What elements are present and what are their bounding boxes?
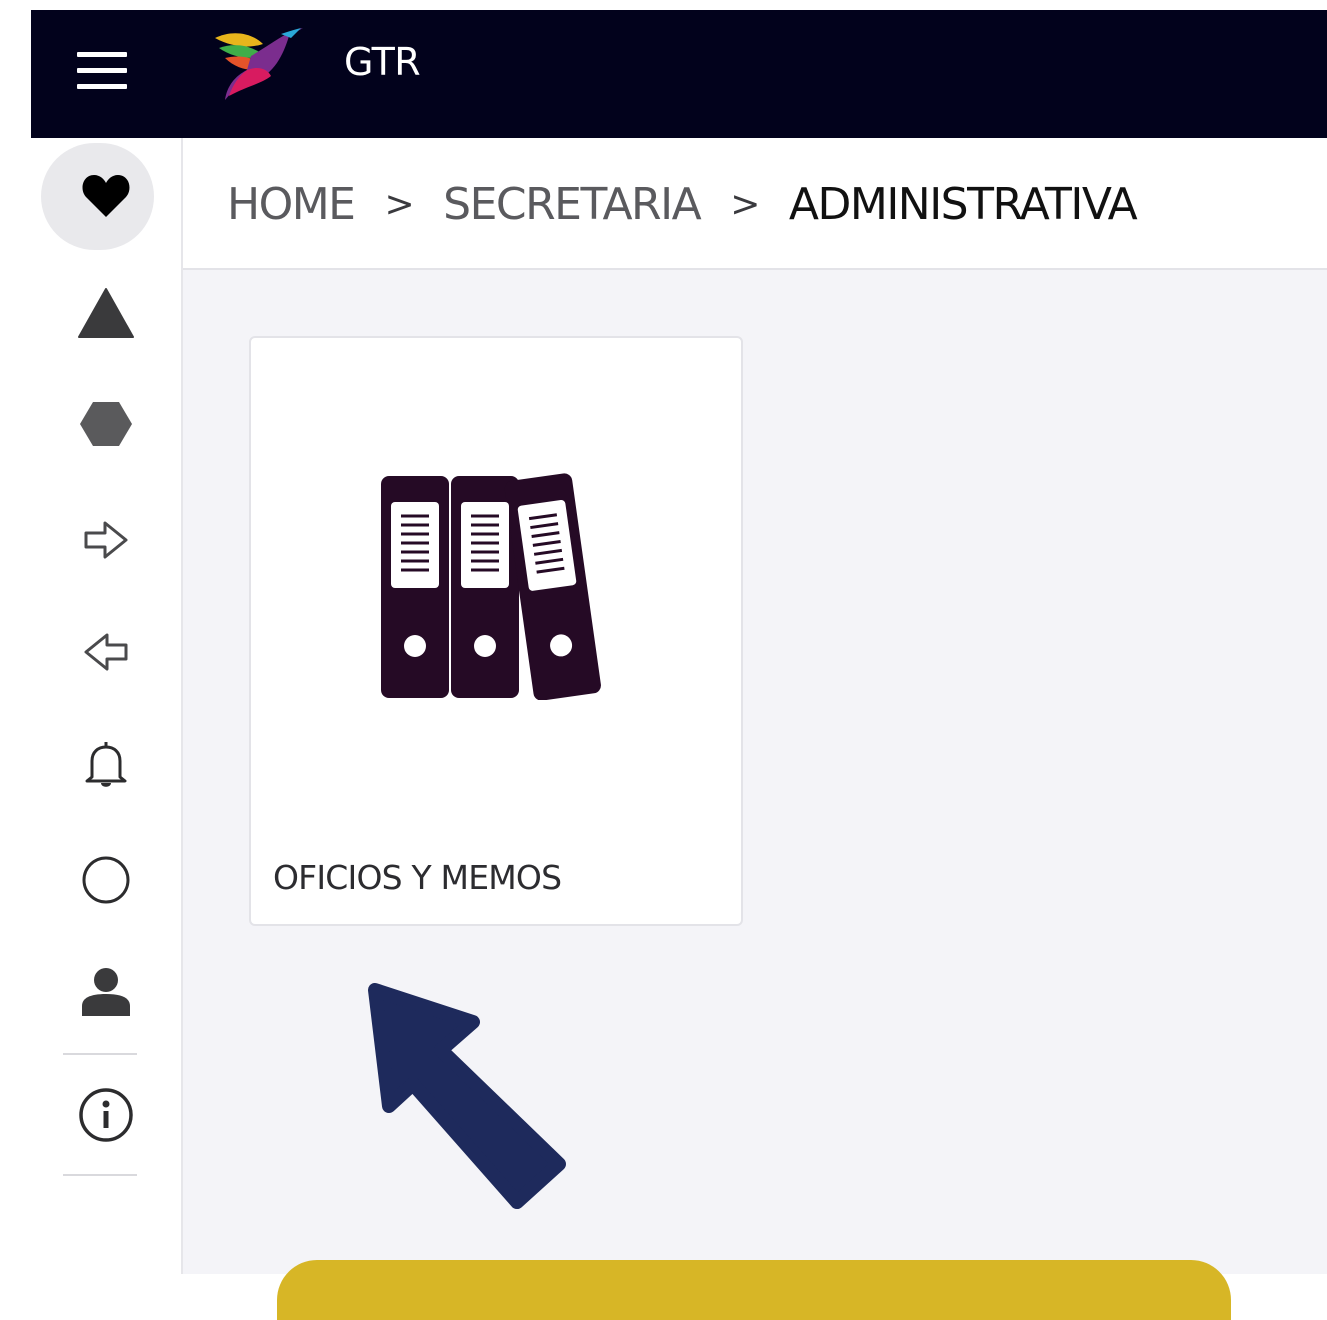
user-icon [82, 968, 130, 1016]
pointer-arrow-icon [368, 983, 566, 1209]
sidebar-divider [63, 1174, 137, 1176]
breadcrumb-bar: HOME > SECRETARIA > ADMINISTRATIVA [183, 138, 1327, 270]
sidebar-item-notifications[interactable] [31, 714, 181, 814]
circle-outline-icon [82, 856, 130, 904]
arrow-right-outline-icon [84, 521, 128, 559]
app-title: GTR [344, 40, 421, 84]
top-app-bar: GTR [31, 10, 1327, 138]
bell-icon [85, 742, 127, 787]
breadcrumb-separator: > [384, 183, 414, 225]
binders-icon [381, 473, 601, 700]
breadcrumb-secretaria[interactable]: SECRETARIA [443, 179, 702, 230]
sidebar-item-back[interactable] [31, 602, 181, 702]
sidebar-item-favorites[interactable] [31, 146, 181, 246]
main-content: OFICIOS Y MEMOS [183, 270, 1327, 1320]
card-label: OFICIOS Y MEMOS [273, 858, 562, 897]
sidebar-item-profile[interactable] [31, 942, 181, 1042]
breadcrumb-separator: > [730, 183, 760, 225]
breadcrumb: HOME > SECRETARIA > ADMINISTRATIVA [227, 178, 1138, 230]
hummingbird-logo [215, 28, 303, 100]
arrow-left-outline-icon [84, 633, 128, 671]
sidebar-divider [63, 1053, 137, 1055]
sidebar-item-forward[interactable] [31, 490, 181, 590]
hamburger-menu-icon[interactable] [77, 52, 127, 90]
hexagon-icon [80, 402, 132, 446]
sidebar-item-hexagon[interactable] [31, 374, 181, 474]
highlight-banner [277, 1260, 1231, 1320]
sidebar [31, 138, 183, 1274]
sidebar-item-triangle[interactable] [31, 263, 181, 363]
sidebar-item-circle[interactable] [31, 830, 181, 930]
breadcrumb-home[interactable]: HOME [227, 179, 356, 230]
folder-card-oficios-y-memos[interactable]: OFICIOS Y MEMOS [249, 336, 743, 926]
heart-icon [82, 175, 130, 217]
breadcrumb-current: ADMINISTRATIVA [788, 178, 1138, 230]
info-icon [79, 1088, 133, 1142]
sidebar-item-info[interactable] [31, 1065, 181, 1165]
triangle-icon [78, 288, 134, 338]
